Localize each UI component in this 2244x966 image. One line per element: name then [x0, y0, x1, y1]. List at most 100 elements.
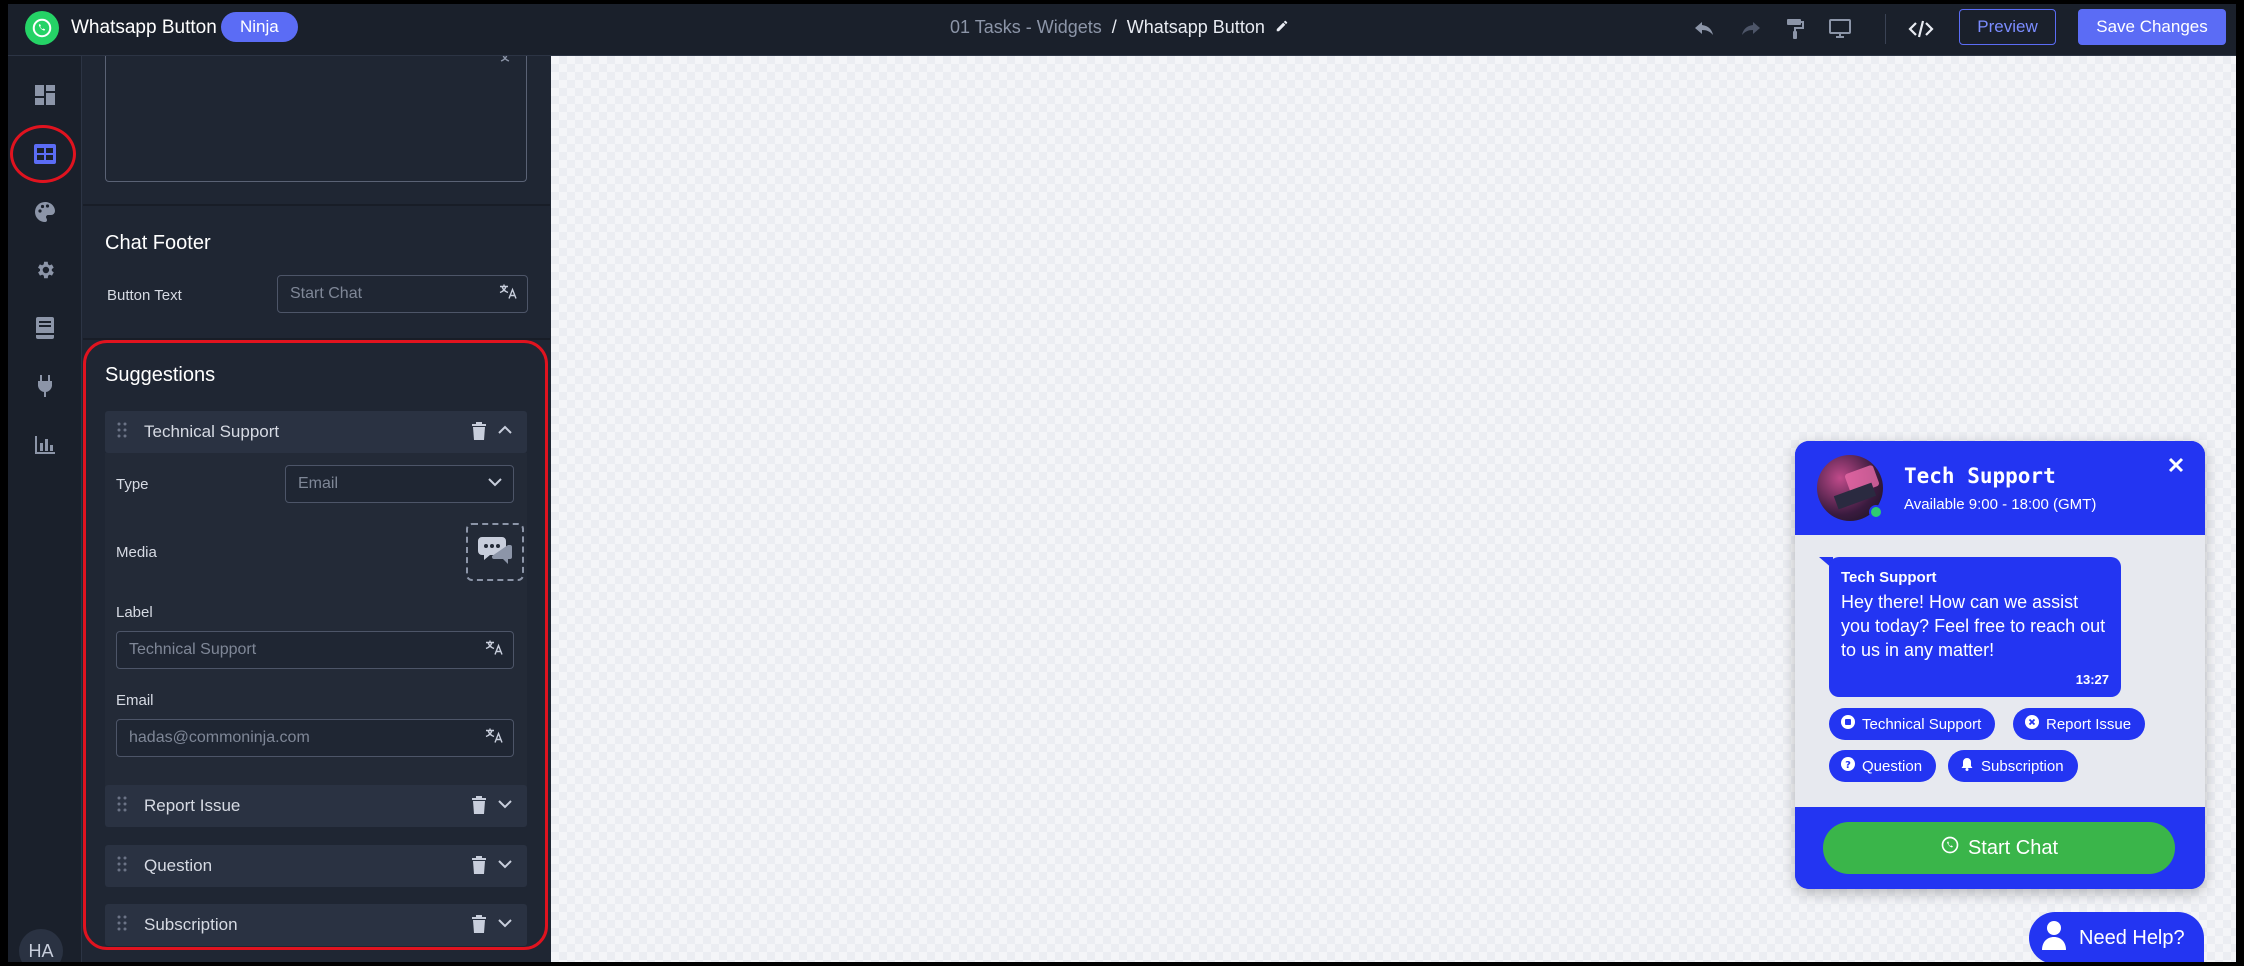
translate-icon[interactable]: [485, 728, 503, 749]
widget-header: Tech Support Available 9:00 - 18:00 (GMT…: [1795, 441, 2205, 535]
drag-handle-icon[interactable]: [117, 856, 127, 877]
need-help-button[interactable]: Need Help?: [2029, 912, 2204, 962]
whatsapp-logo-icon: [25, 11, 59, 45]
translate-icon[interactable]: [485, 640, 503, 661]
need-help-label: Need Help?: [2079, 926, 2185, 949]
chip-question[interactable]: ? Question: [1829, 750, 1937, 782]
media-picker[interactable]: [466, 523, 524, 581]
chip-label: Report Issue: [2046, 715, 2132, 733]
trash-icon[interactable]: [471, 796, 487, 819]
suggestion-item-question[interactable]: Question: [105, 845, 527, 887]
chip-label: Subscription: [1981, 757, 2064, 775]
type-select[interactable]: Email: [285, 465, 514, 503]
svg-text:?: ?: [1845, 760, 1851, 771]
start-chat-button[interactable]: Start Chat: [1823, 822, 2175, 874]
analytics-icon[interactable]: [29, 428, 61, 460]
translate-icon[interactable]: [500, 56, 518, 70]
suggestion-item-subscription[interactable]: Subscription: [105, 904, 527, 946]
desktop-icon[interactable]: [1826, 15, 1854, 43]
breadcrumb-parent[interactable]: 01 Tasks - Widgets: [950, 17, 1102, 38]
suggestion-label: Technical Support: [144, 422, 280, 441]
breadcrumb-separator: /: [1111, 17, 1117, 37]
chevron-down-icon[interactable]: [497, 797, 513, 815]
whatsapp-icon: [1940, 835, 1960, 861]
palette-icon[interactable]: [29, 196, 61, 228]
book-icon[interactable]: [29, 312, 61, 344]
chip-subscription[interactable]: Subscription: [1948, 750, 2078, 782]
app-title: Whatsapp Button: [71, 17, 217, 38]
label-field-label: Label: [116, 604, 153, 621]
plan-badge[interactable]: Ninja: [221, 12, 298, 42]
drag-handle-icon[interactable]: [117, 422, 127, 443]
online-status-dot: [1869, 505, 1883, 519]
button-text-label: Button Text: [107, 287, 182, 304]
trash-icon[interactable]: [471, 422, 487, 445]
message-time: 13:27: [2075, 672, 2109, 687]
suggestion-label: Report Issue: [144, 796, 241, 815]
layout-icon[interactable]: [29, 138, 61, 170]
agent-availability: Available 9:00 - 18:00 (GMT): [1904, 496, 2097, 513]
x-circle-icon: [2025, 715, 2039, 733]
email-input[interactable]: hadas@commoninja.com: [116, 719, 514, 757]
left-rail: HA: [8, 56, 82, 962]
chevron-down-icon[interactable]: [497, 916, 513, 934]
drag-handle-icon[interactable]: [117, 915, 127, 936]
suggestion-item-report-issue[interactable]: Report Issue: [105, 785, 527, 827]
label-input-value: Technical Support: [129, 641, 257, 658]
agent-name: Tech Support: [1904, 464, 2056, 488]
code-icon[interactable]: [1907, 15, 1935, 43]
suggestion-item-technical-support[interactable]: Technical Support: [105, 411, 527, 453]
paint-roller-icon[interactable]: [1781, 15, 1809, 43]
bell-icon: [1960, 757, 1974, 775]
whatsapp-chat-widget: Tech Support Available 9:00 - 18:00 (GMT…: [1795, 441, 2205, 889]
widget-footer: Start Chat: [1795, 807, 2205, 889]
dashboard-icon[interactable]: [29, 79, 61, 111]
chevron-down-icon[interactable]: [497, 857, 513, 875]
message-textarea[interactable]: [105, 56, 527, 182]
support-icon: [1841, 715, 1855, 733]
widget-body: Tech Support Hey there! How can we assis…: [1795, 535, 2205, 807]
user-avatar[interactable]: HA: [19, 929, 63, 962]
chip-report-issue[interactable]: Report Issue: [2013, 708, 2146, 740]
question-icon: ?: [1841, 757, 1855, 775]
label-input[interactable]: Technical Support: [116, 631, 514, 669]
person-icon: [2041, 920, 2067, 956]
settings-panel: Chat Footer Button Text Start Chat Sugge…: [83, 56, 550, 962]
chip-technical-support[interactable]: Technical Support: [1829, 708, 1996, 740]
message-sender: Tech Support: [1841, 569, 1937, 586]
redo-icon[interactable]: [1736, 15, 1764, 43]
type-select-value: Email: [298, 475, 339, 492]
chip-label: Technical Support: [1862, 715, 1982, 733]
close-icon[interactable]: [2166, 455, 2188, 477]
email-field-label: Email: [116, 692, 154, 709]
suggestion-label: Subscription: [144, 915, 238, 934]
message-text: Hey there! How can we assist you today? …: [1841, 592, 2106, 660]
chevron-down-icon: [487, 475, 503, 493]
media-label: Media: [116, 544, 157, 561]
button-text-value: Start Chat: [290, 285, 363, 302]
section-divider: [83, 204, 550, 206]
drag-handle-icon[interactable]: [117, 796, 127, 817]
chat-footer-title: Chat Footer: [105, 232, 211, 254]
trash-icon[interactable]: [471, 915, 487, 938]
save-changes-button[interactable]: Save Changes: [2078, 9, 2226, 45]
gear-icon[interactable]: [29, 254, 61, 286]
breadcrumb-current: Whatsapp Button: [1126, 17, 1265, 37]
translate-icon[interactable]: [499, 284, 517, 305]
toolbar-divider: [1885, 14, 1886, 44]
email-input-value: hadas@commoninja.com: [129, 729, 310, 746]
preview-canvas: Tech Support Available 9:00 - 18:00 (GMT…: [551, 56, 2236, 962]
undo-icon[interactable]: [1691, 15, 1719, 43]
preview-button[interactable]: Preview: [1959, 9, 2056, 45]
suggestion-label: Question: [144, 856, 213, 875]
chevron-up-icon[interactable]: [497, 423, 513, 441]
chat-bubbles-icon: [476, 533, 514, 572]
type-label: Type: [116, 476, 149, 493]
breadcrumb: 01 Tasks - Widgets / Whatsapp Button: [950, 17, 1289, 38]
trash-icon[interactable]: [471, 856, 487, 879]
button-text-input[interactable]: Start Chat: [277, 275, 528, 313]
plug-icon[interactable]: [29, 370, 61, 402]
top-bar: Whatsapp Button Ninja 01 Tasks - Widgets…: [8, 4, 2236, 56]
pencil-icon[interactable]: [1275, 17, 1289, 38]
message-bubble: Tech Support Hey there! How can we assis…: [1829, 557, 2121, 697]
